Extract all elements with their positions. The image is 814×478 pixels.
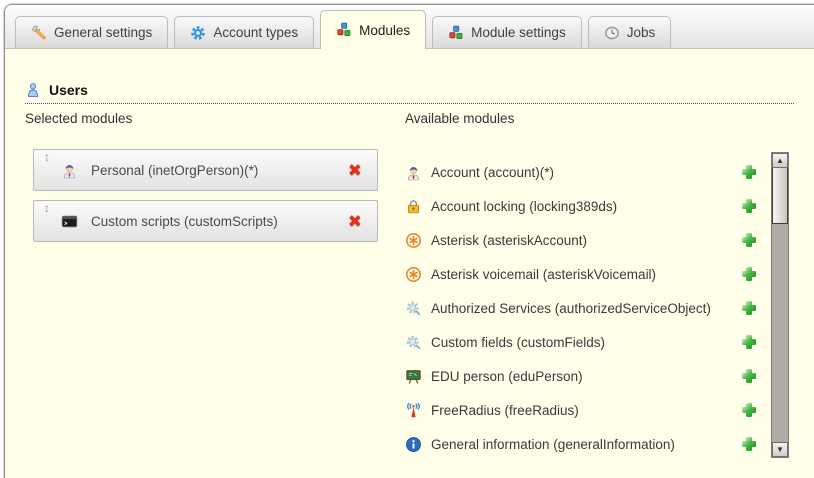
module-label: Custom fields (customFields) [431, 335, 741, 350]
selected-module-personal[interactable]: ↕ Personal (inetOrgPerson)(*) ✖ [33, 149, 378, 191]
add-module-button[interactable] [741, 402, 757, 418]
chalkboard-icon [405, 368, 422, 385]
tab-module-settings[interactable]: Module settings [432, 16, 582, 48]
gear-icon [190, 25, 206, 41]
clock-icon [604, 25, 620, 41]
asterisk-icon [405, 232, 422, 249]
add-module-button[interactable] [741, 164, 757, 180]
module-label: EDU person (eduPerson) [431, 369, 741, 384]
add-module-button[interactable] [741, 368, 757, 384]
module-label: Asterisk voicemail (asteriskVoicemail) [431, 267, 741, 282]
selected-modules-column: Selected modules ↕ [25, 110, 405, 461]
section-title: Users [49, 82, 88, 98]
add-module-button[interactable] [741, 266, 757, 282]
remove-module-button[interactable]: ✖ [348, 162, 362, 179]
person-icon [61, 162, 78, 179]
available-module-authorized-services: Authorized Services (authorizedServiceOb… [405, 291, 757, 325]
scroll-down-button[interactable]: ▼ [772, 442, 788, 457]
lock-icon [405, 198, 422, 215]
scroll-up-icon: ▲ [776, 156, 784, 165]
scroll-down-icon: ▼ [776, 445, 784, 454]
available-module-asterisk-voicemail: Asterisk voicemail (asteriskVoicemail) [405, 257, 757, 291]
drag-handle-icon[interactable]: ↕ [44, 151, 50, 163]
gear-magnifier-icon [405, 300, 422, 317]
available-module-custom-fields: Custom fields (customFields) [405, 325, 757, 359]
users-section-header: Users [25, 82, 794, 104]
module-label: Authorized Services (authorizedServiceOb… [431, 301, 741, 316]
selected-module-custom-scripts[interactable]: ↕ Custom scripts (customScripts) ✖ [33, 200, 378, 242]
available-modules-heading: Available modules [405, 110, 814, 127]
tab-label: Account types [213, 25, 298, 40]
module-label: Personal (inetOrgPerson)(*) [91, 163, 348, 178]
drag-handle-icon[interactable]: ↕ [44, 202, 50, 214]
tab-modules[interactable]: Modules [320, 10, 426, 49]
module-label: Custom scripts (customScripts) [91, 214, 348, 229]
available-module-account-locking: Account locking (locking389ds) [405, 189, 757, 223]
add-module-button[interactable] [741, 198, 757, 214]
modules-icon [336, 22, 352, 38]
module-label: Account locking (locking389ds) [431, 199, 741, 214]
available-modules-column: Available modules Ac [405, 110, 814, 461]
tab-label: General settings [54, 25, 152, 40]
scrollbar-thumb[interactable] [772, 168, 788, 224]
selected-modules-heading: Selected modules [25, 110, 405, 127]
available-modules-list: Account (account)(*) Ac [405, 155, 757, 461]
tab-account-types[interactable]: Account types [174, 16, 314, 48]
remove-module-button[interactable]: ✖ [348, 213, 362, 230]
selected-modules-list: ↕ Personal (inetOrgPerson)(*) ✖ [25, 149, 405, 242]
modules-panel: Users Selected modules ↕ [5, 82, 814, 478]
info-icon [405, 436, 422, 453]
available-module-freeradius: FreeRadius (freeRadius) [405, 393, 757, 427]
user-icon [25, 82, 41, 98]
available-module-asterisk: Asterisk (asteriskAccount) [405, 223, 757, 257]
settings-window: General settings Account types [4, 4, 814, 478]
add-module-button[interactable] [741, 300, 757, 316]
tab-bar: General settings Account types [5, 5, 814, 49]
modules-icon [448, 25, 464, 41]
module-label: Account (account)(*) [431, 165, 741, 180]
scroll-up-button[interactable]: ▲ [772, 153, 788, 168]
add-module-button[interactable] [741, 436, 757, 452]
asterisk-icon [405, 266, 422, 283]
scrollbar-track[interactable] [772, 224, 788, 442]
module-label: Asterisk (asteriskAccount) [431, 233, 741, 248]
wrench-icon [31, 25, 47, 41]
module-label: General information (generalInformation) [431, 437, 741, 452]
tab-label: Modules [359, 23, 410, 38]
module-columns: Selected modules ↕ [25, 110, 814, 461]
tab-general-settings[interactable]: General settings [15, 16, 168, 48]
available-modules-scrollbar[interactable]: ▲ ▼ [771, 152, 789, 458]
terminal-icon [61, 213, 78, 230]
modules-configuration-page: General settings Account types [0, 0, 814, 478]
add-module-button[interactable] [741, 232, 757, 248]
module-label: FreeRadius (freeRadius) [431, 403, 741, 418]
gear-magnifier-icon [405, 334, 422, 351]
person-icon [405, 164, 422, 181]
tab-label: Module settings [471, 25, 566, 40]
available-module-edu-person: EDU person (eduPerson) [405, 359, 757, 393]
tab-jobs[interactable]: Jobs [588, 16, 672, 48]
available-module-general-information: General information (generalInformation) [405, 427, 757, 461]
add-module-button[interactable] [741, 334, 757, 350]
available-module-account: Account (account)(*) [405, 155, 757, 189]
antenna-icon [405, 402, 422, 419]
tab-label: Jobs [627, 25, 656, 40]
